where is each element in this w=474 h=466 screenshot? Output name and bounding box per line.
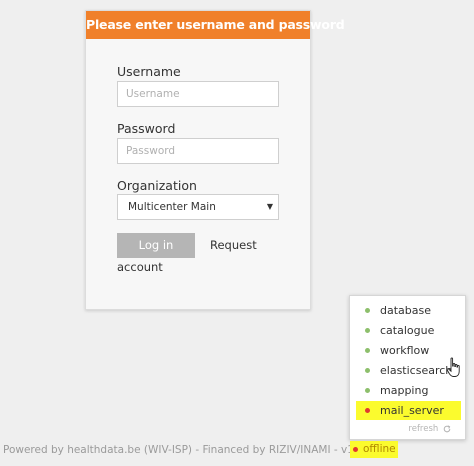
login-button[interactable]: Log in (117, 233, 195, 258)
login-card: Please enter username and password Usern… (85, 10, 345, 310)
status-item-label: mail_server (380, 404, 444, 417)
connection-status-toggle[interactable]: offline (350, 441, 398, 458)
status-ok-dot-icon (365, 308, 370, 313)
refresh-button[interactable]: refresh (408, 424, 451, 434)
organization-selected-value: Multicenter Main (128, 201, 216, 213)
username-label: Username (117, 64, 181, 79)
status-item-label: elasticsearch (380, 364, 453, 377)
status-ok-dot-icon (365, 328, 370, 333)
hand-pointer-cursor-icon (446, 357, 460, 377)
organization-label: Organization (117, 178, 197, 193)
login-header: Please enter username and password (86, 11, 345, 39)
request-account-link[interactable]: Request (210, 238, 257, 252)
dropdown-arrow-icon: ▼ (266, 202, 273, 211)
request-account-link-continued[interactable]: account (117, 260, 163, 274)
connection-status-label: offline (363, 443, 396, 455)
status-item-label: workflow (380, 344, 430, 357)
status-item-label: catalogue (380, 324, 435, 337)
username-input[interactable] (117, 81, 279, 107)
refresh-label: refresh (408, 424, 439, 434)
status-item-catalogue: catalogue (356, 321, 461, 340)
status-error-dot-icon (353, 447, 358, 452)
status-item-mapping: mapping (356, 381, 461, 400)
status-ok-dot-icon (365, 348, 370, 353)
organization-select[interactable]: Multicenter Main ▼ (117, 194, 279, 220)
status-item-label: database (380, 304, 431, 317)
refresh-icon (443, 424, 451, 432)
password-label: Password (117, 121, 176, 136)
status-item-database: database (356, 301, 461, 320)
status-ok-dot-icon (365, 388, 370, 393)
status-item-mail-server: mail_server (356, 401, 461, 420)
password-input[interactable] (117, 138, 279, 164)
status-ok-dot-icon (365, 368, 370, 373)
footer-credits: Powered by healthdata.be (WIV-ISP) - Fin… (3, 444, 374, 456)
status-item-label: mapping (380, 384, 429, 397)
status-error-dot-icon (365, 408, 370, 413)
